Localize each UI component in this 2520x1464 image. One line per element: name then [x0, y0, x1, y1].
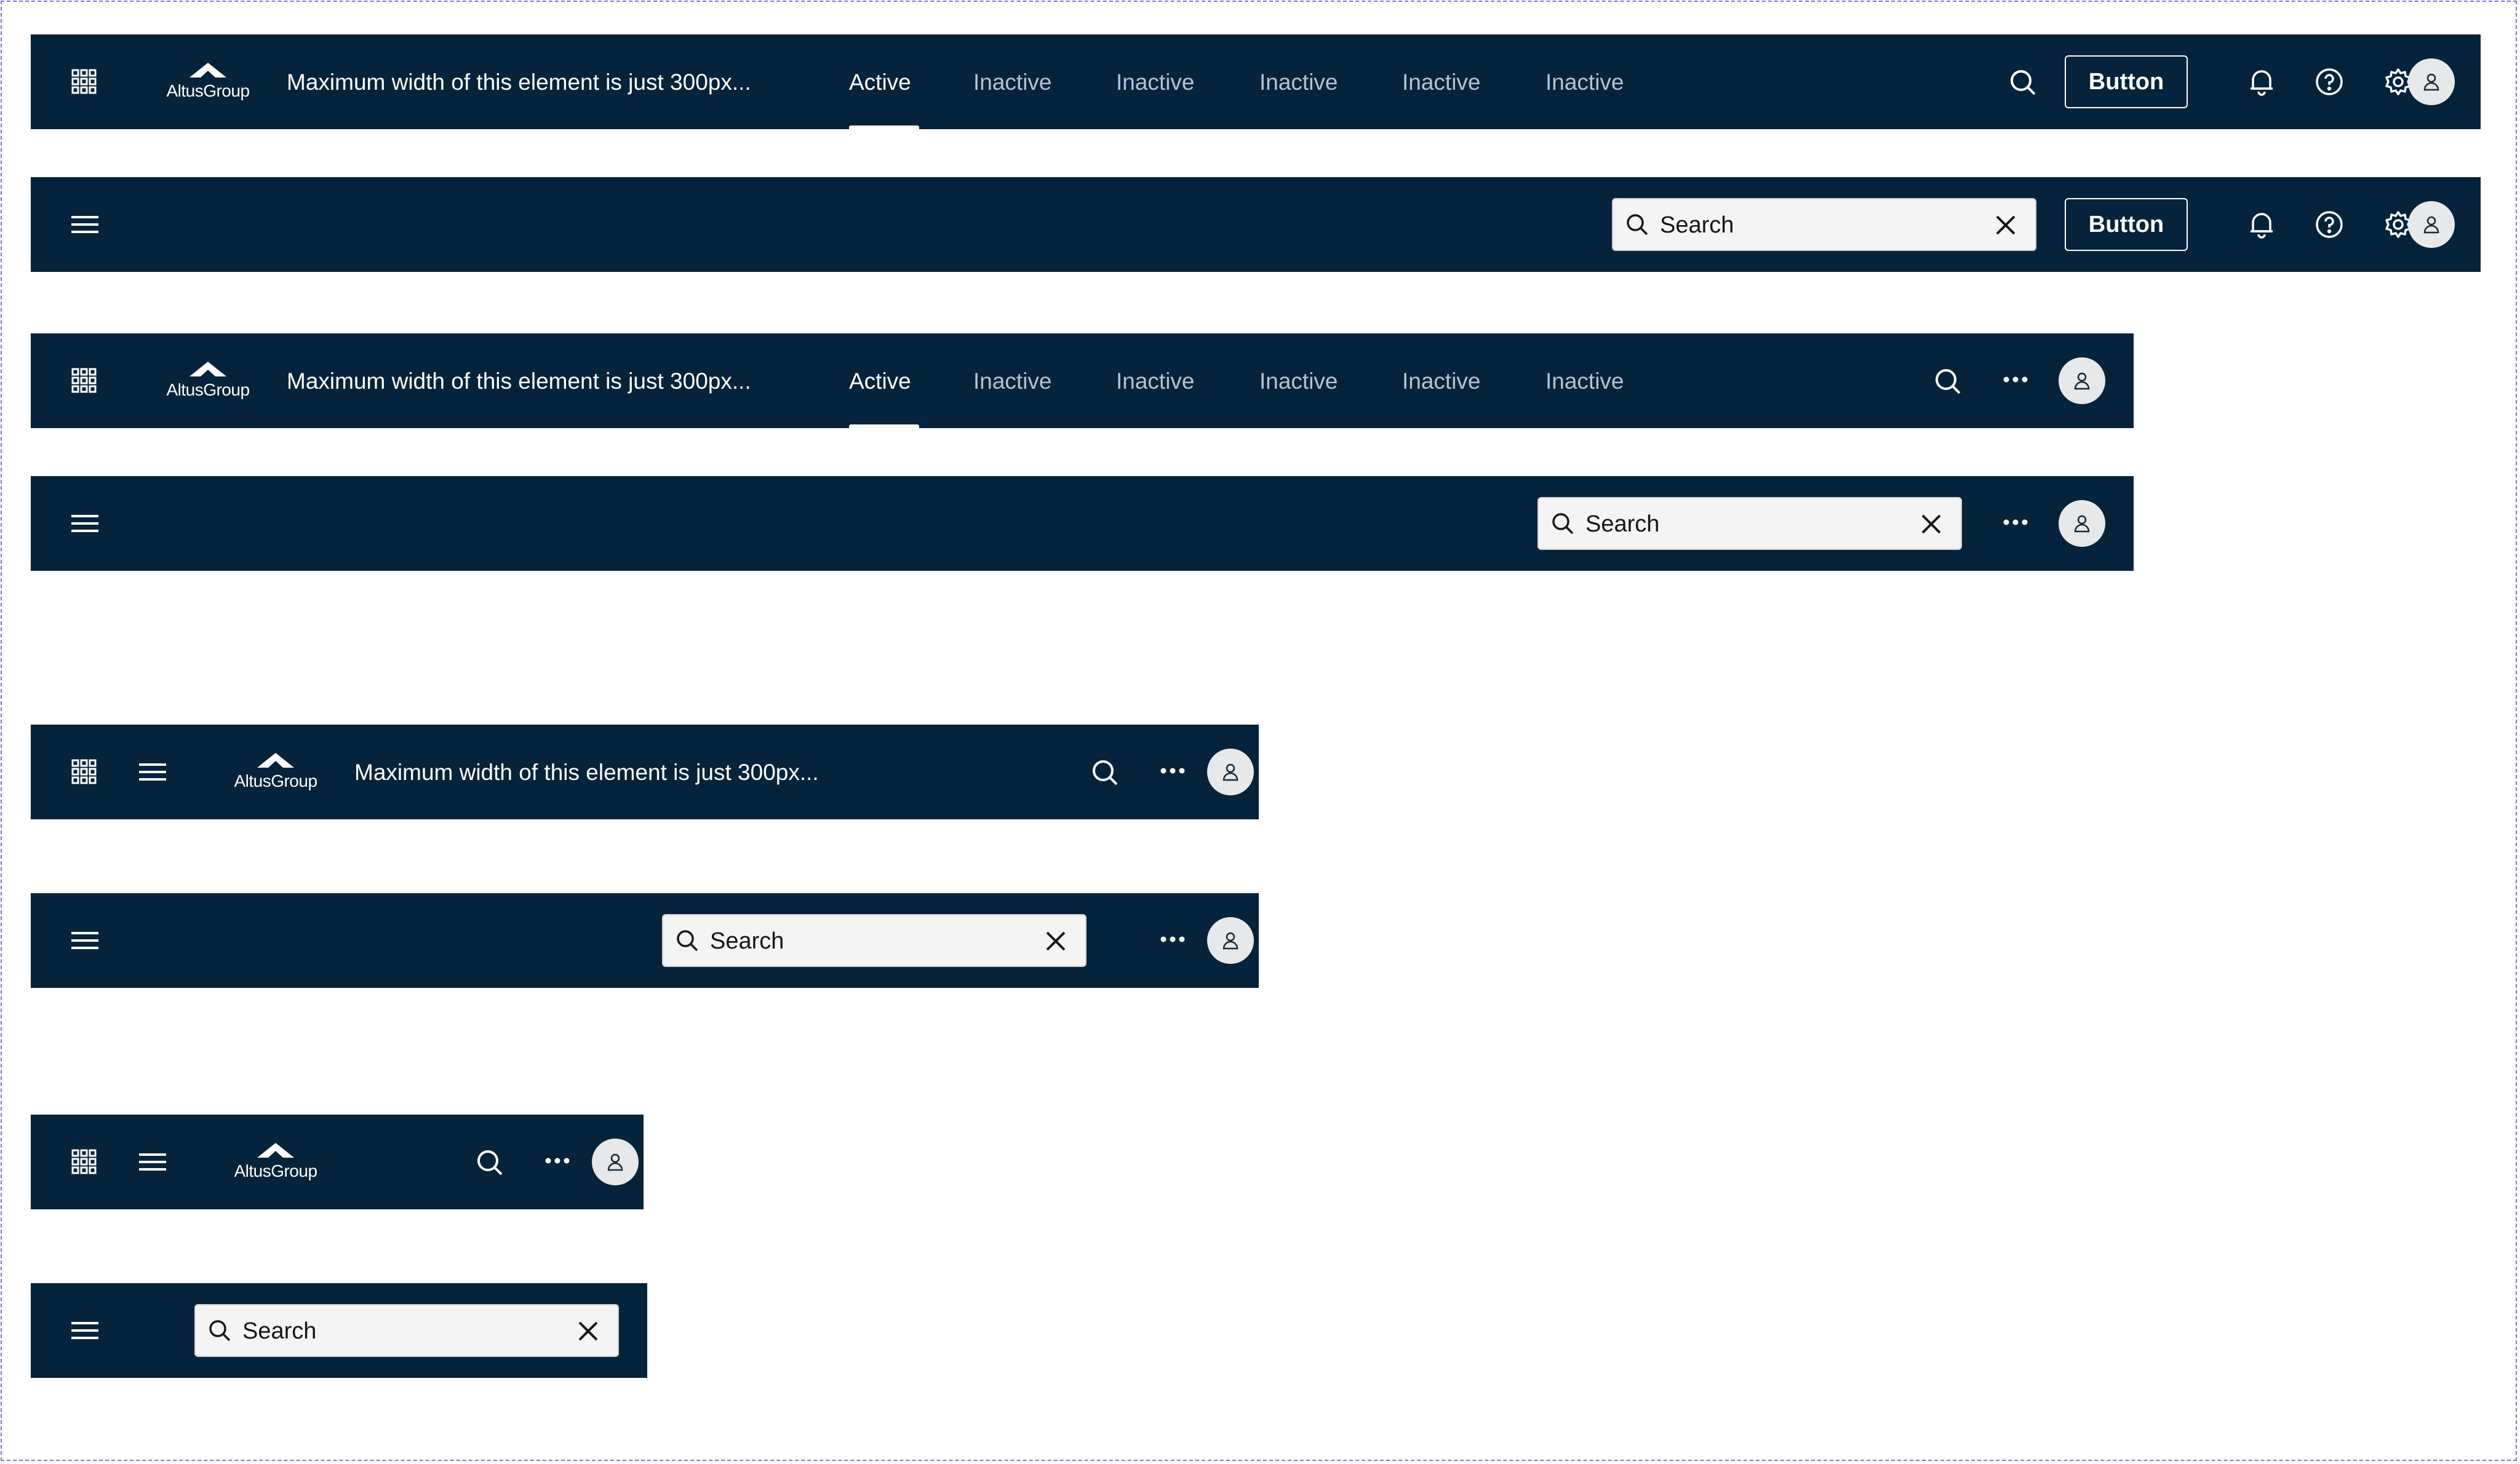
- search-icon[interactable]: [2009, 69, 2036, 96]
- header-desktop-default: AltusGroup Maximum width of this element…: [31, 34, 2481, 129]
- close-icon[interactable]: [1045, 930, 1067, 955]
- tab-active[interactable]: Active: [849, 368, 911, 395]
- header-button[interactable]: Button: [2065, 55, 2188, 108]
- apps-grid-icon[interactable]: [71, 368, 97, 394]
- header-mobile-search: Search: [31, 1283, 647, 1378]
- hamburger-menu-icon[interactable]: [139, 1150, 166, 1174]
- search-field[interactable]: Search: [662, 914, 1087, 967]
- search-icon[interactable]: [1091, 759, 1118, 786]
- hamburger-menu-icon[interactable]: [71, 1318, 98, 1343]
- user-icon: [2072, 371, 2092, 391]
- user-icon: [1221, 762, 1240, 782]
- header-tablet-default: AltusGroup Maximum width of this element…: [31, 725, 1259, 819]
- apps-grid-icon[interactable]: [71, 1149, 97, 1175]
- search-input[interactable]: Search: [1585, 511, 1659, 538]
- avatar[interactable]: [2059, 357, 2105, 404]
- active-tab-indicator: [849, 125, 919, 129]
- user-icon: [2422, 215, 2441, 234]
- tab-inactive-4[interactable]: Inactive: [1402, 69, 1481, 96]
- page-title: Maximum width of this element is just 30…: [287, 368, 751, 394]
- avatar[interactable]: [2408, 58, 2455, 105]
- header-desktop-search: Search Button: [31, 177, 2481, 272]
- overflow-menu-icon[interactable]: [1160, 768, 1185, 774]
- avatar[interactable]: [1207, 749, 1254, 795]
- search-input[interactable]: Search: [1660, 212, 1734, 239]
- altus-group-logo[interactable]: AltusGroup: [159, 60, 257, 103]
- search-icon: [676, 929, 699, 955]
- apps-grid-icon[interactable]: [71, 69, 97, 95]
- close-icon[interactable]: [1995, 214, 2017, 239]
- overflow-menu-icon[interactable]: [1160, 936, 1185, 942]
- hamburger-menu-icon[interactable]: [71, 511, 98, 536]
- logo-text: AltusGroup: [166, 81, 250, 100]
- header-medium-default: AltusGroup Maximum width of this element…: [31, 333, 2134, 428]
- avatar[interactable]: [2059, 500, 2105, 547]
- header-mobile-default: AltusGroup: [31, 1115, 644, 1209]
- search-field[interactable]: Search: [1612, 198, 2036, 251]
- tab-inactive-1[interactable]: Inactive: [973, 368, 1052, 395]
- avatar[interactable]: [2408, 201, 2455, 248]
- header-button[interactable]: Button: [2065, 198, 2188, 251]
- tab-inactive-3[interactable]: Inactive: [1259, 368, 1338, 395]
- tab-inactive-2[interactable]: Inactive: [1116, 69, 1195, 96]
- overflow-menu-icon[interactable]: [2003, 519, 2028, 525]
- header-tablet-search: Search: [31, 893, 1259, 988]
- search-icon: [1551, 512, 1574, 538]
- logo-text: AltusGroup: [234, 771, 317, 790]
- altus-group-logo[interactable]: AltusGroup: [226, 1140, 325, 1184]
- tab-inactive-5[interactable]: Inactive: [1545, 368, 1624, 395]
- hamburger-menu-icon[interactable]: [139, 760, 166, 784]
- page-title: Maximum width of this element is just 30…: [354, 760, 819, 785]
- tab-inactive-5[interactable]: Inactive: [1545, 69, 1624, 96]
- bell-icon[interactable]: [2248, 210, 2275, 239]
- header-medium-search: Search: [31, 476, 2134, 571]
- search-field[interactable]: Search: [194, 1304, 619, 1357]
- search-icon[interactable]: [1934, 368, 1961, 395]
- avatar[interactable]: [1207, 917, 1254, 964]
- active-tab-indicator: [849, 424, 919, 428]
- search-icon: [1625, 213, 1649, 239]
- overflow-menu-icon[interactable]: [545, 1158, 570, 1164]
- close-icon[interactable]: [1920, 513, 1942, 538]
- tab-inactive-2[interactable]: Inactive: [1116, 368, 1195, 395]
- tab-inactive-1[interactable]: Inactive: [973, 69, 1052, 96]
- logo-text: AltusGroup: [166, 380, 250, 399]
- tab-inactive-4[interactable]: Inactive: [1402, 368, 1481, 395]
- avatar[interactable]: [592, 1139, 639, 1185]
- altus-group-logo[interactable]: AltusGroup: [159, 359, 257, 402]
- help-icon[interactable]: [2315, 210, 2343, 239]
- page-title: Maximum width of this element is just 30…: [287, 70, 751, 95]
- search-icon: [208, 1319, 231, 1345]
- overflow-menu-icon[interactable]: [2003, 376, 2028, 383]
- close-icon[interactable]: [577, 1320, 599, 1345]
- help-icon[interactable]: [2315, 68, 2343, 96]
- tab-active[interactable]: Active: [849, 69, 911, 96]
- user-icon: [605, 1152, 625, 1172]
- altus-group-logo[interactable]: AltusGroup: [226, 750, 325, 794]
- tab-inactive-3[interactable]: Inactive: [1259, 69, 1338, 96]
- apps-grid-icon[interactable]: [71, 759, 97, 785]
- user-icon: [2072, 514, 2092, 533]
- hamburger-menu-icon[interactable]: [71, 928, 98, 953]
- user-icon: [1221, 931, 1240, 950]
- user-icon: [2422, 72, 2441, 92]
- search-field[interactable]: Search: [1537, 497, 1962, 550]
- hamburger-menu-icon[interactable]: [71, 212, 98, 237]
- bell-icon[interactable]: [2248, 68, 2275, 96]
- search-input[interactable]: Search: [242, 1318, 316, 1345]
- search-input[interactable]: Search: [710, 928, 784, 955]
- logo-text: AltusGroup: [234, 1161, 317, 1180]
- search-icon[interactable]: [476, 1149, 503, 1176]
